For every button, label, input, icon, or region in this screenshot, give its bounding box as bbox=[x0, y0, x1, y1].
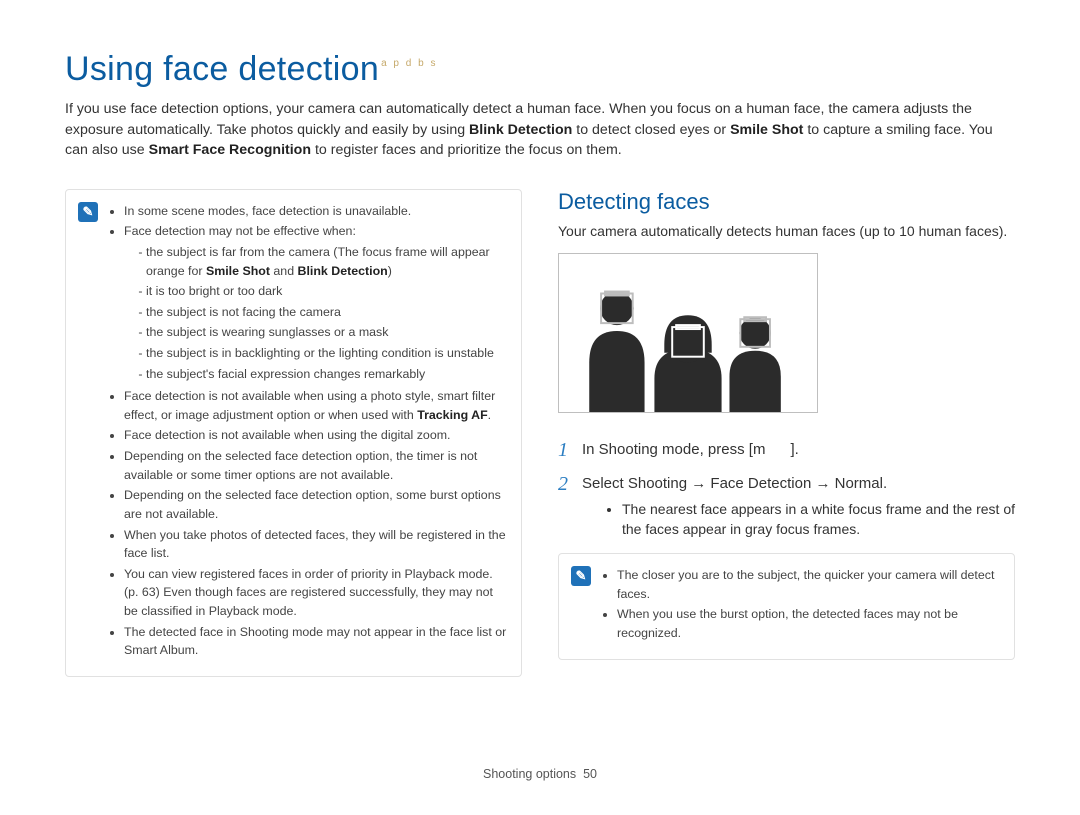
intro-paragraph: If you use face detection options, your … bbox=[65, 99, 1015, 161]
note-icon bbox=[571, 566, 591, 586]
step-number: 1 bbox=[558, 436, 568, 465]
tip-item: The closer you are to the subject, the q… bbox=[617, 566, 1000, 603]
note-subitem: the subject is far from the camera (The … bbox=[146, 243, 507, 280]
menu-key: m bbox=[753, 441, 766, 458]
step-1: 1 In Shooting mode, press [m ]. bbox=[558, 439, 1015, 461]
note-sublist: the subject is far from the camera (The … bbox=[124, 243, 507, 383]
note-item: Face detection is not available when usi… bbox=[124, 426, 507, 445]
page-title: Using face detectiona p d b s bbox=[65, 50, 1015, 89]
note-subitem: it is too bright or too dark bbox=[146, 282, 507, 301]
note-subitem: the subject is in backlighting or the li… bbox=[146, 344, 507, 363]
section-lead: Your camera automatically detects human … bbox=[558, 221, 1015, 241]
note-box-main: In some scene modes, face detection is u… bbox=[65, 189, 522, 677]
note-subitem: the subject is wearing sunglasses or a m… bbox=[146, 323, 507, 342]
right-column: Detecting faces Your camera automaticall… bbox=[558, 189, 1015, 677]
page: Using face detectiona p d b s If you use… bbox=[0, 0, 1080, 707]
faces-illustration bbox=[558, 253, 818, 413]
footer-section: Shooting options bbox=[483, 767, 576, 781]
mode-badge: a p d b s bbox=[381, 58, 437, 69]
note-item: Face detection is not available when usi… bbox=[124, 387, 507, 424]
note-item: In some scene modes, face detection is u… bbox=[124, 202, 507, 221]
note-box-tips: The closer you are to the subject, the q… bbox=[558, 553, 1015, 659]
title-text: Using face detection bbox=[65, 50, 379, 88]
steps-list: 1 In Shooting mode, press [m ]. 2 Select… bbox=[558, 439, 1015, 539]
note-item: The detected face in Shooting mode may n… bbox=[124, 623, 507, 660]
tip-item: When you use the burst option, the detec… bbox=[617, 605, 1000, 642]
note-item: When you take photos of detected faces, … bbox=[124, 526, 507, 563]
step-note: The nearest face appears in a white focu… bbox=[622, 499, 1015, 540]
footer-page-number: 50 bbox=[583, 767, 597, 781]
page-footer: Shooting options 50 bbox=[0, 767, 1080, 781]
note-item: You can view registered faces in order o… bbox=[124, 565, 507, 621]
step-2: 2 Select Shooting → Face Detection → Nor… bbox=[558, 473, 1015, 539]
note-subitem: the subject is not facing the camera bbox=[146, 303, 507, 322]
note-item: Depending on the selected face detection… bbox=[124, 486, 507, 523]
columns: In some scene modes, face detection is u… bbox=[65, 189, 1015, 677]
step-number: 2 bbox=[558, 470, 568, 499]
note-item: Depending on the selected face detection… bbox=[124, 447, 507, 484]
tips-list: The closer you are to the subject, the q… bbox=[603, 566, 1000, 642]
note-subitem: the subject's facial expression changes … bbox=[146, 365, 507, 384]
note-item: Face detection may not be effective when… bbox=[124, 222, 507, 241]
section-heading: Detecting faces bbox=[558, 189, 1015, 215]
note-list: In some scene modes, face detection is u… bbox=[110, 202, 507, 660]
step-note-list: The nearest face appears in a white focu… bbox=[582, 499, 1015, 540]
left-column: In some scene modes, face detection is u… bbox=[65, 189, 522, 677]
note-icon bbox=[78, 202, 98, 222]
